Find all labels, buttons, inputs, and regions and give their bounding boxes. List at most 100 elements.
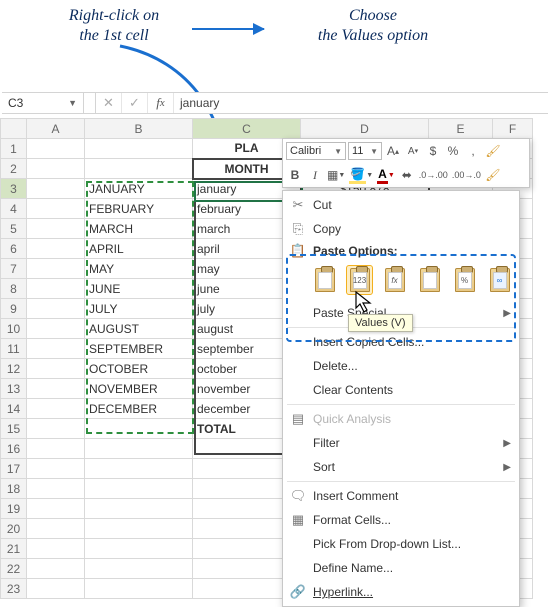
cell[interactable]: APRIL xyxy=(85,239,193,259)
row-header[interactable]: 4 xyxy=(1,199,27,219)
fill-color-button[interactable]: 🪣▼ xyxy=(348,166,374,184)
cell[interactable] xyxy=(27,159,85,179)
percent-format-button[interactable]: % xyxy=(444,142,462,160)
row-header[interactable]: 5 xyxy=(1,219,27,239)
cell[interactable] xyxy=(27,579,85,599)
col-header-f[interactable]: F xyxy=(493,119,533,139)
menu-clear-contents[interactable]: Clear Contents xyxy=(283,378,519,402)
font-size-combo[interactable]: 11▼ xyxy=(348,142,382,160)
cell[interactable]: JULY xyxy=(85,299,193,319)
increase-decimal-button[interactable]: .0→.00 xyxy=(418,166,449,184)
menu-sort[interactable]: Sort▶ xyxy=(283,455,519,479)
cell[interactable] xyxy=(27,199,85,219)
cell[interactable] xyxy=(27,459,85,479)
col-header-b[interactable]: B xyxy=(85,119,193,139)
menu-delete[interactable]: Delete... xyxy=(283,354,519,378)
cell[interactable] xyxy=(27,399,85,419)
col-header-e[interactable]: E xyxy=(429,119,493,139)
row-header[interactable]: 10 xyxy=(1,319,27,339)
row-header[interactable]: 19 xyxy=(1,499,27,519)
cell[interactable] xyxy=(27,479,85,499)
cell[interactable]: JANUARY xyxy=(85,179,193,199)
menu-cut[interactable]: ✂Cut xyxy=(283,193,519,217)
cell[interactable] xyxy=(27,559,85,579)
font-name-combo[interactable]: Calibri▼ xyxy=(286,142,346,160)
menu-define-name[interactable]: Define Name... xyxy=(283,556,519,580)
cell[interactable]: MAY xyxy=(85,259,193,279)
row-header[interactable]: 13 xyxy=(1,379,27,399)
menu-filter[interactable]: Filter▶ xyxy=(283,431,519,455)
comma-format-button[interactable]: , xyxy=(464,142,482,160)
cell[interactable] xyxy=(85,159,193,179)
cell[interactable] xyxy=(85,559,193,579)
menu-insert-comment[interactable]: 🗨Insert Comment xyxy=(283,484,519,508)
cell[interactable] xyxy=(27,419,85,439)
row-header[interactable]: 17 xyxy=(1,459,27,479)
row-header[interactable]: 16 xyxy=(1,439,27,459)
menu-format-cells[interactable]: ▦Format Cells... xyxy=(283,508,519,532)
merge-center-button[interactable]: ⬌ xyxy=(398,166,416,184)
cell[interactable] xyxy=(27,179,85,199)
row-header[interactable]: 2 xyxy=(1,159,27,179)
accounting-format-button[interactable]: $ xyxy=(424,142,442,160)
row-header[interactable]: 8 xyxy=(1,279,27,299)
cell[interactable] xyxy=(27,279,85,299)
cell[interactable]: MARCH xyxy=(85,219,193,239)
menu-copy[interactable]: ⎘Copy xyxy=(283,217,519,241)
italic-button[interactable]: I xyxy=(306,166,324,184)
enter-formula-button[interactable]: ✓ xyxy=(122,93,148,113)
select-all[interactable] xyxy=(1,119,27,139)
cell[interactable]: AUGUST xyxy=(85,319,193,339)
row-header[interactable]: 1 xyxy=(1,139,27,159)
cell[interactable] xyxy=(27,259,85,279)
cell[interactable]: FEBRUARY xyxy=(85,199,193,219)
cell[interactable] xyxy=(85,539,193,559)
row-header[interactable]: 3 xyxy=(1,179,27,199)
font-color-button[interactable]: A▼ xyxy=(376,166,396,184)
cell[interactable]: SEPTEMBER xyxy=(85,339,193,359)
row-header[interactable]: 12 xyxy=(1,359,27,379)
decrease-decimal-button[interactable]: .00→.0 xyxy=(451,166,482,184)
name-box[interactable]: C3 ▼ xyxy=(2,93,84,113)
row-header[interactable]: 20 xyxy=(1,519,27,539)
cell[interactable] xyxy=(27,499,85,519)
row-header[interactable]: 7 xyxy=(1,259,27,279)
cancel-formula-button[interactable]: ✕ xyxy=(96,93,122,113)
menu-pick-from-list[interactable]: Pick From Drop-down List... xyxy=(283,532,519,556)
row-header[interactable]: 23 xyxy=(1,579,27,599)
row-header[interactable]: 15 xyxy=(1,419,27,439)
col-header-c[interactable]: C xyxy=(193,119,301,139)
decrease-font-button[interactable]: A▾ xyxy=(404,142,422,160)
col-header-a[interactable]: A xyxy=(27,119,85,139)
increase-font-button[interactable]: A▴ xyxy=(384,142,402,160)
cell[interactable] xyxy=(27,139,85,159)
cell[interactable]: OCTOBER xyxy=(85,359,193,379)
cell[interactable] xyxy=(85,479,193,499)
cell[interactable] xyxy=(85,139,193,159)
cell[interactable] xyxy=(27,359,85,379)
cell[interactable] xyxy=(85,419,193,439)
cell[interactable] xyxy=(27,439,85,459)
row-header[interactable]: 21 xyxy=(1,539,27,559)
row-header[interactable]: 11 xyxy=(1,339,27,359)
cell[interactable]: JUNE xyxy=(85,279,193,299)
cell[interactable] xyxy=(27,299,85,319)
row-header[interactable]: 18 xyxy=(1,479,27,499)
cell[interactable]: NOVEMBER xyxy=(85,379,193,399)
border-button[interactable]: ▦▼ xyxy=(326,166,346,184)
row-header[interactable]: 22 xyxy=(1,559,27,579)
cell[interactable] xyxy=(27,219,85,239)
row-header[interactable]: 6 xyxy=(1,239,27,259)
cell[interactable] xyxy=(85,579,193,599)
cell[interactable] xyxy=(27,519,85,539)
cell[interactable]: DECEMBER xyxy=(85,399,193,419)
bold-button[interactable]: B xyxy=(286,166,304,184)
format-painter-button-2[interactable]: 🖌 xyxy=(484,166,502,184)
cell[interactable] xyxy=(27,339,85,359)
cell[interactable] xyxy=(85,439,193,459)
col-header-d[interactable]: D xyxy=(301,119,429,139)
row-header[interactable]: 14 xyxy=(1,399,27,419)
cell[interactable] xyxy=(85,519,193,539)
menu-hyperlink[interactable]: 🔗Hyperlink... xyxy=(283,580,519,604)
cell[interactable] xyxy=(85,459,193,479)
